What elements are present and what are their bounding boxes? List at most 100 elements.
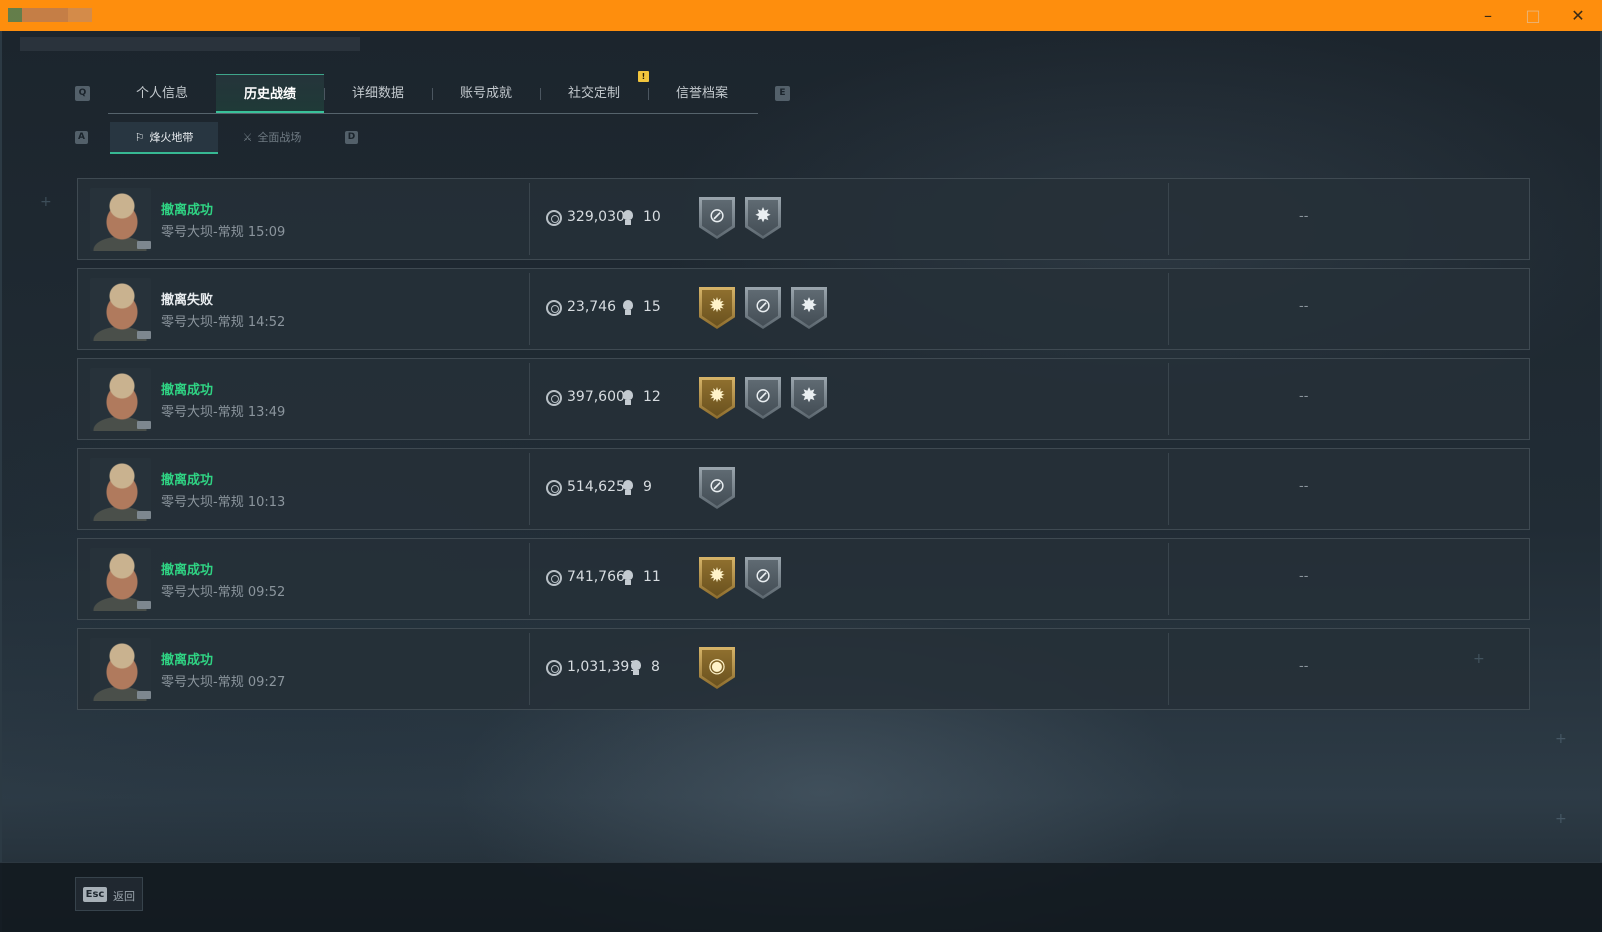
notice-badge: ! <box>638 71 649 82</box>
haul-value: 329,030 <box>567 209 625 225</box>
operator-avatar <box>90 458 151 521</box>
haul-value: 1,031,391 <box>567 659 639 675</box>
kill-count: 11 <box>643 569 661 585</box>
map-and-time: 零号大坝-常规 13:49 <box>161 405 286 420</box>
match-row[interactable]: 撤离成功 零号大坝-常规 09:52 741,766 11 ✹ ⊘ -- <box>77 538 1530 620</box>
coin-medal-icon[interactable]: ◉ <box>699 647 735 689</box>
skull-icon <box>622 390 634 406</box>
back-label: 返回 <box>113 890 135 903</box>
back-button[interactable]: Esc 返回 <box>75 877 143 911</box>
kill-count: 9 <box>643 479 652 495</box>
extraction-status: 撤离失败 <box>161 293 214 308</box>
sun-medal-icon[interactable]: ✹ <box>699 287 735 329</box>
kill-count: 10 <box>643 209 661 225</box>
extra-info: -- <box>1299 569 1309 584</box>
map-and-time: 零号大坝-常规 15:09 <box>161 225 286 240</box>
tab-match-history[interactable]: 历史战绩 <box>216 74 324 113</box>
medal-list: ✹ ⊘ ✸ <box>699 287 827 329</box>
coin-icon <box>546 480 562 496</box>
bottom-bar: Esc 返回 <box>0 862 1602 932</box>
main-tabs: 个人信息 历史战绩 详细数据 账号成就 社交定制 信誉档案 <box>108 74 758 114</box>
skull-icon <box>622 300 634 316</box>
extra-info: -- <box>1299 389 1309 404</box>
match-row[interactable]: 撤离成功 零号大坝-常规 13:49 397,600 12 ✹ ⊘ ✸ -- <box>77 358 1530 440</box>
row-divider <box>1168 183 1169 255</box>
map-and-time: 零号大坝-常规 10:13 <box>161 495 286 510</box>
crosshair-medal-icon[interactable]: ⊘ <box>699 467 735 509</box>
hud-crosshair-mark: + <box>40 194 52 210</box>
extraction-status: 撤离成功 <box>161 203 214 218</box>
hud-crosshair-mark: + <box>1555 811 1567 827</box>
tab-reputation[interactable]: 信誉档案 <box>648 74 756 113</box>
match-row[interactable]: 撤离成功 零号大坝-常规 10:13 514,625 9 ⊘ -- <box>77 448 1530 530</box>
subtab-full-battlefield[interactable]: ⚔ 全面战场 <box>218 122 326 154</box>
tab-detailed-data[interactable]: 详细数据 <box>324 74 432 113</box>
subtab-label: 全面战场 <box>257 131 302 144</box>
maximize-button[interactable]: □ <box>1513 4 1553 28</box>
extra-info: -- <box>1299 299 1309 314</box>
hud-crosshair-mark: + <box>1555 731 1567 747</box>
medal-list: ✹ ⊘ <box>699 557 781 599</box>
subtab-hazard-zone[interactable]: ⚐ 烽火地带 <box>110 122 218 154</box>
row-divider <box>529 183 530 255</box>
operator-avatar <box>90 278 151 341</box>
crosshair-medal-icon[interactable]: ⊘ <box>699 197 735 239</box>
row-divider <box>529 543 530 615</box>
sun-medal-icon[interactable]: ✹ <box>699 557 735 599</box>
match-history-list: 撤离成功 零号大坝-常规 15:09 329,030 10 ⊘ ✸ -- 撤离失… <box>77 178 1530 718</box>
extraction-status: 撤离成功 <box>161 383 214 398</box>
crosshair-medal-icon[interactable]: ⊘ <box>745 557 781 599</box>
app-title-blurred <box>8 8 92 22</box>
extraction-status: 撤离成功 <box>161 473 214 488</box>
tab-social-custom[interactable]: 社交定制 <box>540 74 648 113</box>
tab-prev-key-hint[interactable]: Q <box>75 86 90 101</box>
tab-next-key-hint[interactable]: E <box>775 86 790 101</box>
extra-info: -- <box>1299 209 1309 224</box>
tab-personal-info[interactable]: 个人信息 <box>108 74 216 113</box>
operator-avatar <box>90 548 151 611</box>
medal-list: ◉ <box>699 647 735 689</box>
haul-value: 514,625 <box>567 479 625 495</box>
minimize-button[interactable]: – <box>1468 4 1508 28</box>
extra-info: -- <box>1299 479 1309 494</box>
mode-subtabs: ⚐ 烽火地带 ⚔ 全面战场 <box>110 122 332 154</box>
burst-medal-icon[interactable]: ✸ <box>791 287 827 329</box>
haul-value: 397,600 <box>567 389 625 405</box>
skull-icon <box>630 660 642 676</box>
operator-avatar <box>90 638 151 701</box>
kill-count: 12 <box>643 389 661 405</box>
match-row[interactable]: 撤离成功 零号大坝-常规 15:09 329,030 10 ⊘ ✸ -- <box>77 178 1530 260</box>
burst-medal-icon[interactable]: ✸ <box>745 197 781 239</box>
haul-value: 741,766 <box>567 569 625 585</box>
crosshair-medal-icon[interactable]: ⊘ <box>745 377 781 419</box>
subtab-prev-key-hint[interactable]: A <box>75 131 88 144</box>
medal-list: ⊘ ✸ <box>699 197 781 239</box>
sun-medal-icon[interactable]: ✹ <box>699 377 735 419</box>
tab-achievements[interactable]: 账号成就 <box>432 74 540 113</box>
match-row[interactable]: 撤离失败 零号大坝-常规 14:52 23,746 15 ✹ ⊘ ✸ -- <box>77 268 1530 350</box>
blurred-header <box>20 37 360 51</box>
extra-info: -- <box>1299 659 1309 674</box>
skull-icon <box>622 570 634 586</box>
coin-icon <box>546 210 562 226</box>
map-and-time: 零号大坝-常规 14:52 <box>161 315 286 330</box>
coin-icon <box>546 570 562 586</box>
match-row[interactable]: 撤离成功 零号大坝-常规 09:27 1,031,391 8 ◉ -- <box>77 628 1530 710</box>
main-stage: Q 个人信息 历史战绩 详细数据 账号成就 社交定制 信誉档案 ! E A ⚐ 烽… <box>0 31 1602 932</box>
skull-icon <box>622 480 634 496</box>
extraction-status: 撤离成功 <box>161 563 214 578</box>
coin-icon <box>546 300 562 316</box>
burst-medal-icon[interactable]: ✸ <box>791 377 827 419</box>
close-button[interactable]: ✕ <box>1558 4 1598 28</box>
haul-value: 23,746 <box>567 299 616 315</box>
row-divider <box>1168 363 1169 435</box>
crosshair-medal-icon[interactable]: ⊘ <box>745 287 781 329</box>
row-divider <box>1168 543 1169 615</box>
map-and-time: 零号大坝-常规 09:52 <box>161 585 286 600</box>
row-divider <box>1168 273 1169 345</box>
subtab-next-key-hint[interactable]: D <box>345 131 358 144</box>
row-divider <box>529 453 530 525</box>
operator-avatar <box>90 188 151 251</box>
kill-count: 15 <box>643 299 661 315</box>
subtab-label: 烽火地带 <box>149 131 194 144</box>
